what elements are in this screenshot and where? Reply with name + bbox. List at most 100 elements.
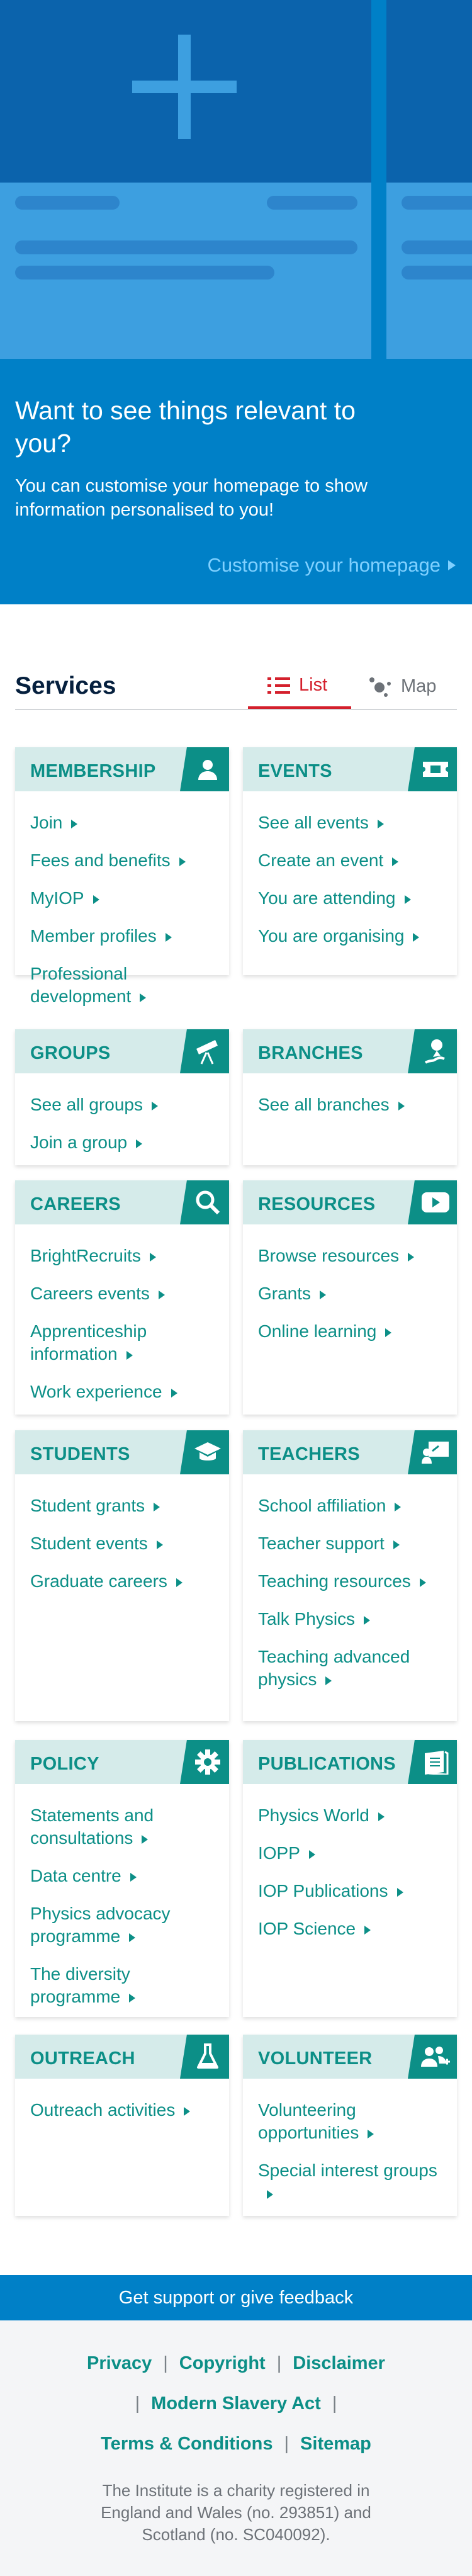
- footer: Privacy | Copyright | Disclaimer | Modern Sla…: [0, 2320, 472, 2576]
- service-link-see-all-branches[interactable]: See all branches: [258, 1093, 444, 1116]
- footer-link-modern-slavery[interactable]: Modern Slavery Act: [151, 2393, 321, 2414]
- service-link-student-grants[interactable]: Student grants: [30, 1494, 216, 1517]
- arrow-right-icon: [165, 932, 172, 942]
- arrow-right-icon: [364, 1925, 371, 1935]
- service-link-teaching-advanced-physics[interactable]: Teaching advanced physics: [258, 1646, 444, 1691]
- service-link-physics-world[interactable]: Physics World: [258, 1804, 444, 1827]
- footer-links-row: Terms & Conditions | Sitemap: [101, 2434, 371, 2454]
- panel-title[interactable]: GROUPS: [30, 1043, 111, 1064]
- service-link-you-are-organising[interactable]: You are organising: [258, 925, 444, 947]
- service-panel-outreach: OUTREACH Outreach activities: [15, 2035, 229, 2216]
- service-link-brightrecruits[interactable]: BrightRecruits: [30, 1245, 216, 1267]
- arrow-right-icon: [267, 2189, 273, 2199]
- panel-header: STUDENTS: [15, 1430, 229, 1474]
- footer-link-copyright[interactable]: Copyright: [179, 2353, 266, 2373]
- panel-title[interactable]: POLICY: [30, 1754, 99, 1775]
- gear-icon: [180, 1740, 229, 1784]
- service-link-student-events[interactable]: Student events: [30, 1532, 216, 1555]
- service-link-you-are-attending[interactable]: You are attending: [258, 887, 444, 910]
- map-icon: [369, 677, 391, 697]
- arrow-right-icon: [413, 932, 420, 942]
- service-link-see-all-groups[interactable]: See all groups: [30, 1093, 216, 1116]
- service-link-professional-development[interactable]: Professional development: [30, 963, 216, 1008]
- service-panel-groups: GROUPS See all groups Join a group: [15, 1029, 229, 1165]
- service-link-join[interactable]: Join: [30, 811, 216, 834]
- panel-title[interactable]: VOLUNTEER: [258, 2048, 373, 2069]
- arrow-right-icon: [377, 819, 384, 828]
- service-panel-policy: POLICY Statements and consultations Data c…: [15, 1740, 229, 2017]
- tab-map[interactable]: Map: [367, 675, 436, 698]
- hero-subtext: You can customise your homepage to show …: [15, 476, 368, 520]
- teacher-board-icon: [408, 1430, 457, 1474]
- arrow-right-icon: [378, 1812, 385, 1821]
- arrow-right-icon: [129, 1993, 136, 2003]
- service-link-member-profiles[interactable]: Member profiles: [30, 925, 216, 947]
- service-link-careers-events[interactable]: Careers events: [30, 1282, 216, 1305]
- service-link-school-affiliation[interactable]: School affiliation: [258, 1494, 444, 1517]
- service-link-iop-publications[interactable]: IOP Publications: [258, 1880, 444, 1902]
- panel-title[interactable]: MEMBERSHIP: [30, 761, 156, 782]
- arrow-right-icon: [171, 1388, 177, 1398]
- feedback-button[interactable]: Get support or give feedback: [0, 2275, 472, 2320]
- service-link-volunteering-opportunities[interactable]: Volunteering opportunities: [258, 2099, 444, 2144]
- service-link-data-centre[interactable]: Data centre: [30, 1865, 216, 1887]
- panel-title[interactable]: CAREERS: [30, 1194, 121, 1215]
- service-link-iop-science[interactable]: IOP Science: [258, 1918, 444, 1940]
- people-icon: [408, 2035, 457, 2079]
- footer-link-sitemap[interactable]: Sitemap: [300, 2434, 371, 2454]
- panel-title[interactable]: OUTREACH: [30, 2048, 135, 2069]
- map-pin-icon: [408, 1029, 457, 1073]
- service-link-join-a-group[interactable]: Join a group: [30, 1131, 216, 1154]
- service-link-iopp[interactable]: IOPP: [258, 1842, 444, 1865]
- arrow-right-icon: [408, 1252, 415, 1262]
- service-panel-events: EVENTS See all events Create an event You a…: [243, 747, 457, 975]
- service-link-browse-resources[interactable]: Browse resources: [258, 1245, 444, 1267]
- arrow-right-icon: [404, 895, 411, 904]
- arrow-right-icon: [149, 1252, 156, 1262]
- arrow-right-icon: [136, 1139, 143, 1148]
- service-link-create-an-event[interactable]: Create an event: [258, 849, 444, 872]
- service-link-physics-advocacy-programme[interactable]: Physics advocacy programme: [30, 1902, 216, 1948]
- panel-title[interactable]: TEACHERS: [258, 1444, 360, 1465]
- panel-title[interactable]: RESOURCES: [258, 1194, 375, 1215]
- service-panel-resources: RESOURCES Browse resources Grants Online le…: [243, 1180, 457, 1415]
- service-link-special-interest-groups[interactable]: Special interest groups: [258, 2159, 444, 2205]
- service-link-fees-and-benefits[interactable]: Fees and benefits: [30, 849, 216, 872]
- arrow-right-icon: [325, 1676, 332, 1685]
- service-link-graduate-careers[interactable]: Graduate careers: [30, 1570, 216, 1593]
- footer-links-row: | Modern Slavery Act |: [135, 2393, 337, 2414]
- panel-title[interactable]: STUDENTS: [30, 1444, 130, 1465]
- service-link-see-all-events[interactable]: See all events: [258, 811, 444, 834]
- footer-link-privacy[interactable]: Privacy: [87, 2353, 152, 2373]
- arrow-right-icon: [129, 1933, 136, 1942]
- footer-link-terms[interactable]: Terms & Conditions: [101, 2434, 273, 2454]
- panel-title[interactable]: EVENTS: [258, 761, 332, 782]
- arrow-right-icon: [140, 993, 147, 1002]
- flask-icon: [180, 2035, 229, 2079]
- panel-title[interactable]: BRANCHES: [258, 1043, 363, 1064]
- hero-heading: Want to see things relevant to you?: [15, 396, 356, 458]
- service-link-talk-physics[interactable]: Talk Physics: [258, 1608, 444, 1630]
- placeholder-card[interactable]: [0, 0, 371, 359]
- footer-link-disclaimer[interactable]: Disclaimer: [293, 2353, 385, 2373]
- telescope-icon: [180, 1029, 229, 1073]
- service-link-statements-and-consultations[interactable]: Statements and consultations: [30, 1804, 216, 1850]
- service-link-teacher-support[interactable]: Teacher support: [258, 1532, 444, 1555]
- customise-homepage-link[interactable]: Customise your homepage: [208, 554, 456, 577]
- service-link-outreach-activities[interactable]: Outreach activities: [30, 2099, 216, 2121]
- service-link-myiop[interactable]: MyIOP: [30, 887, 216, 910]
- arrow-right-icon: [320, 1290, 327, 1299]
- service-link-grants[interactable]: Grants: [258, 1282, 444, 1305]
- panel-header: VOLUNTEER: [243, 2035, 457, 2079]
- service-link-the-diversity-programme[interactable]: The diversity programme: [30, 1963, 216, 2008]
- service-link-work-experience[interactable]: Work experience: [30, 1381, 216, 1403]
- panel-header: CAREERS: [15, 1180, 229, 1224]
- panel-title[interactable]: PUBLICATIONS: [258, 1754, 396, 1775]
- arrow-right-icon: [184, 2106, 191, 2116]
- arrow-right-icon: [364, 1615, 371, 1625]
- tab-list[interactable]: List: [267, 675, 327, 696]
- service-link-apprenticeship-information[interactable]: Apprenticeship information: [30, 1320, 216, 1365]
- service-link-online-learning[interactable]: Online learning: [258, 1320, 444, 1343]
- placeholder-card[interactable]: [386, 0, 472, 359]
- service-link-teaching-resources[interactable]: Teaching resources: [258, 1570, 444, 1593]
